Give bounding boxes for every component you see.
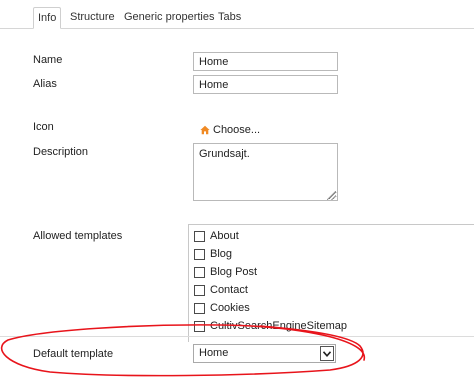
tab-generic-properties[interactable]: Generic properties	[120, 7, 219, 29]
default-template-label: Default template	[33, 348, 114, 360]
checkbox[interactable]	[194, 284, 205, 296]
name-label: Name	[33, 54, 63, 66]
template-item-about[interactable]: About	[194, 229, 239, 243]
checkbox[interactable]	[194, 320, 205, 332]
chevron-down-icon[interactable]	[320, 346, 334, 361]
template-item-contact[interactable]: Contact	[194, 283, 248, 297]
template-label: Blog	[210, 248, 233, 260]
divider	[0, 336, 474, 337]
tab-info[interactable]: Info	[33, 7, 62, 29]
description-field[interactable]: Grundsajt.	[193, 143, 338, 201]
default-template-value: Home	[199, 347, 229, 359]
checkbox[interactable]	[194, 266, 205, 278]
checkbox[interactable]	[194, 248, 205, 260]
tab-tabs[interactable]: Tabs	[214, 7, 245, 29]
template-label: Blog Post	[210, 266, 258, 278]
tab-bar: Info Structure Generic properties Tabs	[0, 0, 474, 29]
choose-icon-button[interactable]: Choose...	[200, 123, 260, 137]
template-item-cultiv-search-engine-sitemap[interactable]: CultivSearchEngineSitemap	[194, 319, 347, 333]
document-type-editor: Info Structure Generic properties Tabs N…	[0, 0, 474, 386]
alias-label: Alias	[33, 78, 57, 90]
name-field[interactable]	[193, 52, 338, 71]
home-icon	[200, 125, 210, 135]
template-item-cookies[interactable]: Cookies	[194, 301, 250, 315]
checkbox[interactable]	[194, 230, 205, 242]
default-template-select[interactable]: Home	[193, 344, 336, 363]
resize-handle-icon[interactable]	[327, 191, 336, 200]
alias-field[interactable]	[193, 75, 338, 94]
description-label: Description	[33, 146, 89, 158]
checkbox[interactable]	[194, 302, 205, 314]
icon-label: Icon	[33, 121, 54, 133]
tab-structure[interactable]: Structure	[66, 7, 119, 29]
template-item-blog-post[interactable]: Blog Post	[194, 265, 257, 279]
allowed-templates-label: Allowed templates	[33, 230, 123, 242]
template-label: Cookies	[210, 302, 250, 314]
allowed-templates-list[interactable]: About Blog Blog Post Contact Cookies Cul…	[188, 224, 474, 342]
template-label: About	[210, 230, 239, 242]
choose-label: Choose...	[213, 124, 261, 136]
template-item-blog[interactable]: Blog	[194, 247, 232, 261]
template-label: Contact	[210, 284, 248, 296]
template-label: CultivSearchEngineSitemap	[210, 320, 347, 332]
